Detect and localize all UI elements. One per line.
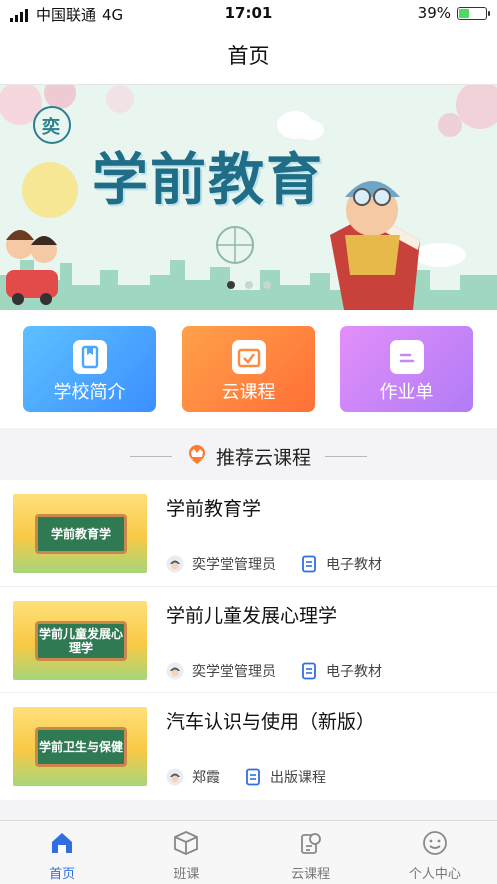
tab-class-label: 班课 [173, 867, 200, 882]
tab-home-label: 首页 [49, 867, 76, 882]
course-card[interactable]: 学前卫生与保健 汽车认识与使用（新版） 郑霞 出版课程 [0, 692, 497, 799]
avatar-icon [166, 662, 184, 680]
tab-class[interactable]: 班课 [124, 821, 248, 884]
divider [129, 455, 172, 457]
course-author: 奕学堂管理员 [192, 557, 276, 573]
course-meta: 奕学堂管理员 电子教材 [166, 554, 382, 574]
school-intro-label: 学校简介 [53, 382, 126, 403]
avatar-icon [166, 768, 184, 786]
course-thumbnail: 学前儿童发展心理学 [13, 601, 147, 680]
course-meta: 郑霞 出版课程 [166, 767, 326, 787]
homework-button[interactable]: 作业单 [340, 326, 473, 412]
carousel-dots [0, 281, 497, 289]
bookmark-icon [72, 340, 107, 374]
battery-icon [457, 6, 490, 20]
quick-actions: 学校简介 云课程 作业单 [0, 310, 497, 428]
banner-logo: 奕 [42, 117, 60, 138]
crown-icon [186, 444, 208, 468]
course-author: 奕学堂管理员 [192, 664, 276, 680]
course-card[interactable]: 学前教育学 学前教育学 奕学堂管理员 电子教材 [0, 480, 497, 586]
thumbnail-board: 学前儿童发展心理学 [35, 621, 127, 661]
cloud-course-button[interactable]: 云课程 [182, 326, 315, 412]
carousel-dot[interactable] [226, 281, 235, 289]
course-type: 电子教材 [326, 664, 382, 680]
document-icon [244, 768, 262, 786]
tab-bar: 首页 班课 云课程 个人中心 [0, 820, 497, 884]
school-intro-button[interactable]: 学校简介 [23, 326, 156, 412]
tab-profile-label: 个人中心 [408, 867, 461, 882]
course-title: 学前儿童发展心理学 [166, 605, 338, 627]
smiley-icon [421, 829, 449, 857]
author-group: 奕学堂管理员 [166, 661, 276, 681]
check-box-icon [231, 340, 266, 374]
banner-carousel[interactable]: 学前教育 奕 [0, 85, 497, 310]
tab-cloud-course[interactable]: 云课程 [249, 821, 373, 884]
notes-icon [389, 340, 424, 374]
course-author: 郑霞 [192, 770, 220, 786]
type-group: 出版课程 [244, 767, 326, 787]
course-thumbnail: 学前教育学 [13, 494, 147, 573]
thumbnail-board: 学前教育学 [35, 514, 127, 554]
status-right: 39% [417, 4, 490, 22]
tab-cloud-course-label: 云课程 [291, 867, 331, 882]
recommended-section-header: 推荐云课程 [0, 432, 497, 480]
home-icon [48, 829, 76, 857]
course-thumbnail: 学前卫生与保健 [13, 707, 147, 786]
document-icon [300, 555, 318, 573]
carousel-dot[interactable] [262, 281, 271, 289]
divider [325, 455, 367, 457]
banner-title: 学前教育 [92, 148, 324, 213]
status-bar: 中国联通 4G 17:01 39% [0, 0, 497, 28]
section-title: 推荐云课程 [215, 446, 311, 469]
tab-profile[interactable]: 个人中心 [373, 821, 497, 884]
course-list: 学前教育学 学前教育学 奕学堂管理员 电子教材 学前儿童发展心理学 学前儿童发展… [0, 480, 497, 800]
course-title: 学前教育学 [166, 498, 262, 520]
thumbnail-board: 学前卫生与保健 [35, 727, 127, 767]
type-group: 电子教材 [300, 554, 382, 574]
course-title: 汽车认识与使用（新版） [166, 711, 376, 733]
course-type: 电子教材 [326, 557, 382, 573]
type-group: 电子教材 [300, 661, 382, 681]
course-meta: 奕学堂管理员 电子教材 [166, 661, 382, 681]
homework-label: 作业单 [379, 382, 434, 403]
author-group: 郑霞 [166, 767, 220, 787]
cloud-course-icon [297, 829, 325, 857]
course-type: 出版课程 [270, 770, 326, 786]
document-icon [300, 662, 318, 680]
tab-home[interactable]: 首页 [0, 821, 124, 884]
course-card[interactable]: 学前儿童发展心理学 学前儿童发展心理学 奕学堂管理员 电子教材 [0, 586, 497, 693]
carousel-dot[interactable] [244, 281, 253, 289]
author-group: 奕学堂管理员 [166, 554, 276, 574]
cube-icon [172, 829, 200, 857]
battery-percent: 39% [417, 4, 451, 22]
page-title: 首页 [0, 28, 497, 85]
avatar-icon [166, 555, 184, 573]
cloud-course-label: 云课程 [221, 382, 276, 403]
